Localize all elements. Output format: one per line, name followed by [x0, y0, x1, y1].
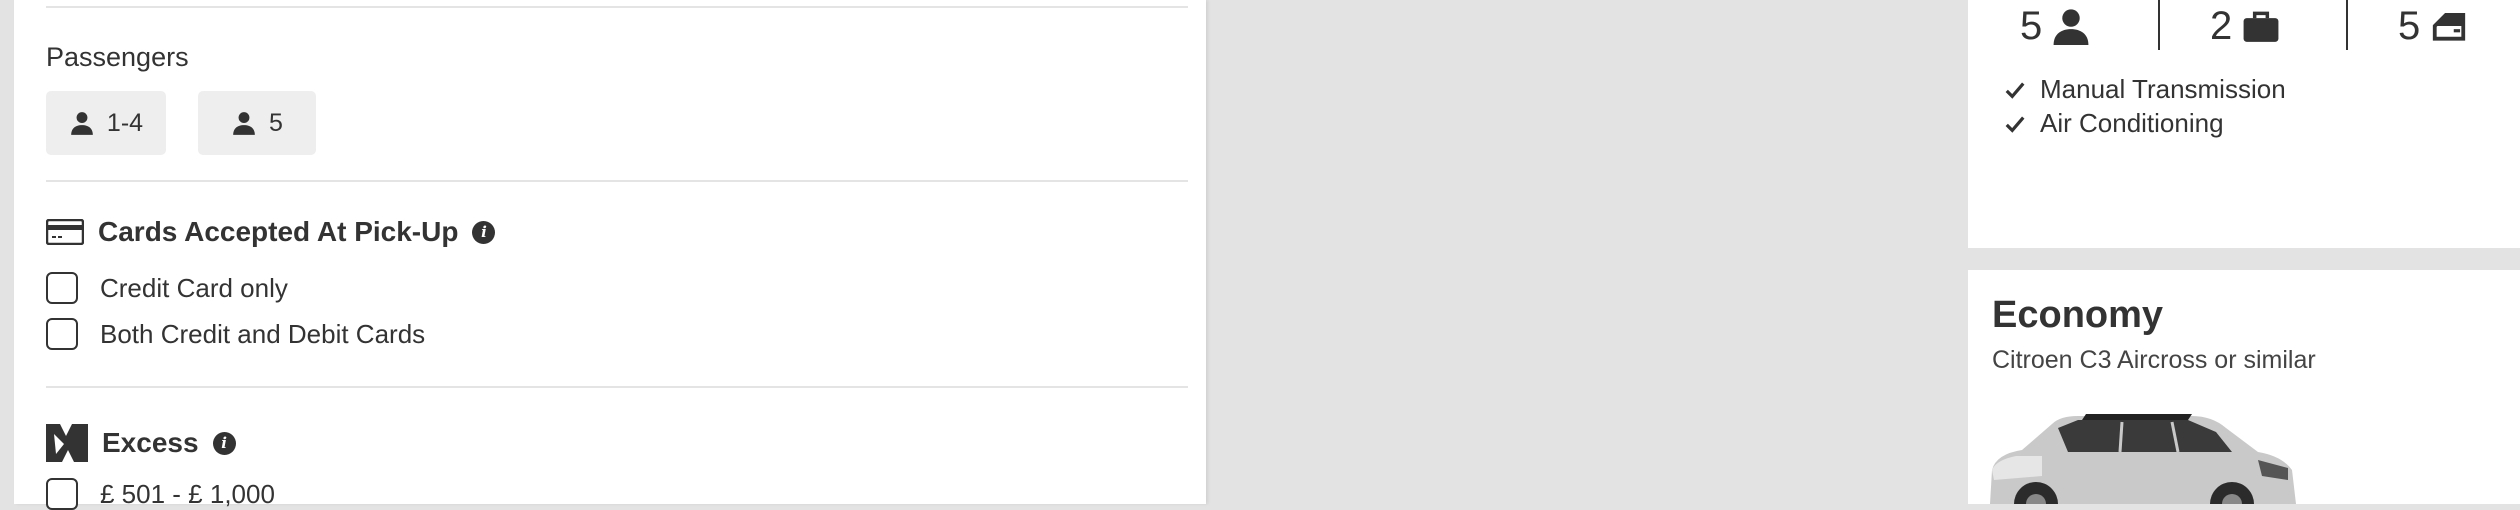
person-icon	[71, 112, 93, 135]
checkbox-credit-and-debit[interactable]: Both Credit and Debit Cards	[46, 318, 425, 350]
checkbox-label: Credit Card only	[100, 272, 288, 303]
check-icon	[2005, 82, 2025, 99]
suitcase-icon	[2243, 11, 2279, 42]
passenger-option-1-4[interactable]: 1-4	[46, 91, 166, 155]
spec-divider	[2346, 0, 2348, 50]
filter-panel: Passengers 1-4 5 Cards Accepted At Pick-…	[14, 0, 1206, 510]
person-icon	[2053, 9, 2089, 45]
car-damage-icon	[46, 424, 88, 462]
spec-passengers: 5	[2020, 0, 2090, 52]
info-icon[interactable]: i	[212, 431, 236, 455]
check-icon	[2005, 116, 2025, 133]
car-door-icon	[2433, 13, 2466, 41]
spec-divider	[2158, 0, 2160, 50]
spec-value: 2	[2210, 3, 2233, 48]
divider	[46, 6, 1188, 8]
checkbox-label: Both Credit and Debit Cards	[100, 318, 426, 349]
feature-item: Manual Transmission	[2004, 74, 2286, 105]
spec-luggage: 2	[2210, 0, 2280, 52]
cards-filter-title: Cards Accepted At Pick-Up	[98, 216, 459, 247]
car-image	[1990, 414, 2296, 504]
passenger-option-label: 5	[269, 108, 283, 137]
checkbox-label: £ 501 - £ 1,000	[100, 478, 275, 509]
divider	[46, 386, 1188, 388]
spec-value: 5	[2398, 3, 2421, 48]
checkbox[interactable]	[46, 478, 78, 510]
feature-item: Air Conditioning	[2004, 108, 2224, 139]
feature-label: Air Conditioning	[2040, 108, 2224, 138]
car-class-title: Economy	[1992, 294, 2164, 336]
car-card-economy[interactable]: Economy Citroen C3 Aircross or similar	[1968, 270, 2520, 504]
passenger-option-5[interactable]: 5	[198, 91, 316, 155]
checkbox[interactable]	[46, 272, 78, 304]
divider	[46, 180, 1188, 182]
cards-filter-header: Cards Accepted At Pick-Up i	[46, 216, 496, 248]
spec-value: 5	[2020, 3, 2043, 48]
person-icon	[233, 112, 255, 135]
info-icon[interactable]: i	[472, 220, 496, 244]
checkbox[interactable]	[46, 318, 78, 350]
passenger-option-label: 1-4	[106, 108, 144, 137]
car-model: Citroen C3 Aircross or similar	[1992, 346, 2316, 374]
checkbox-credit-card-only[interactable]: Credit Card only	[46, 272, 288, 304]
spec-doors: 5	[2398, 0, 2468, 52]
checkbox-excess-501-1000[interactable]: £ 501 - £ 1,000	[46, 478, 275, 510]
excess-filter-header: Excess i	[46, 424, 236, 462]
feature-label: Manual Transmission	[2040, 74, 2286, 104]
excess-filter-title: Excess	[102, 427, 199, 458]
car-card-specs: 5 2 5 Manual Transmission Air Conditioni…	[1968, 0, 2520, 248]
credit-card-icon	[46, 219, 84, 245]
passengers-title: Passengers	[46, 42, 189, 72]
